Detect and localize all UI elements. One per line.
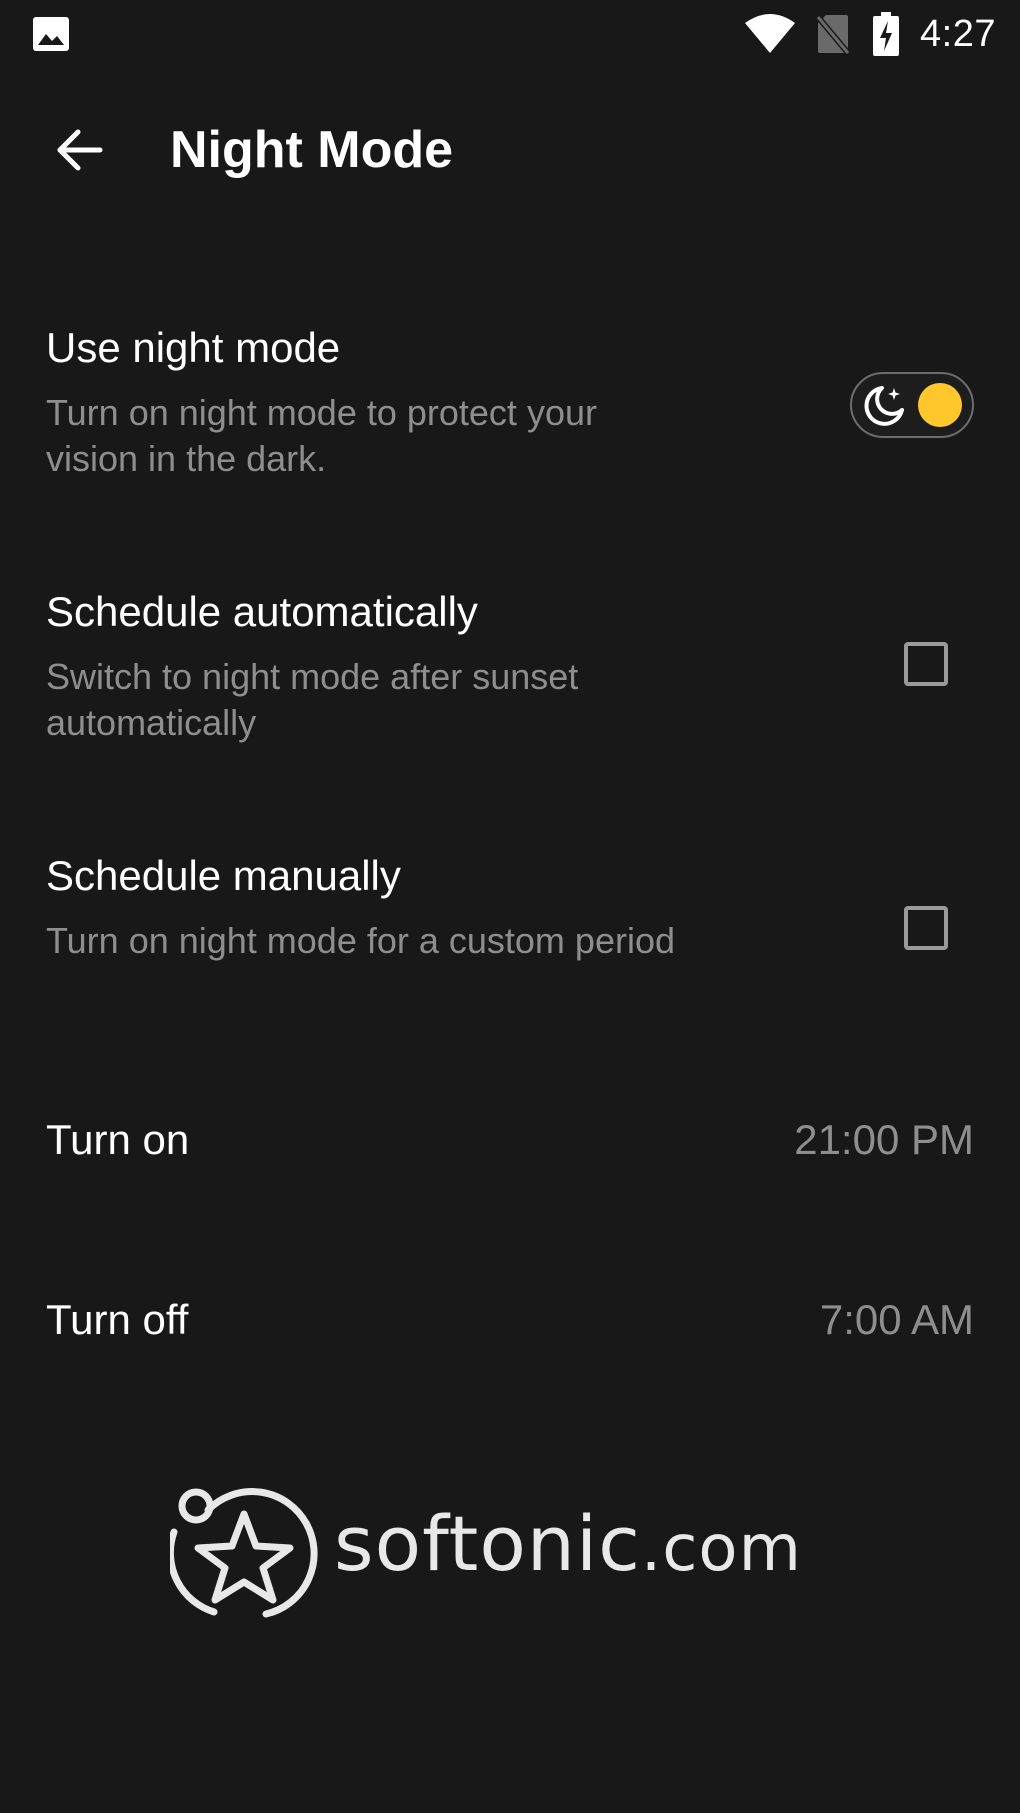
moon-icon [864,386,904,426]
status-icons: 4:27 [744,8,996,60]
back-button[interactable] [40,118,120,182]
status-bar: 4:27 [0,0,1020,70]
setting-title: Use night mode [46,324,341,371]
setting-summary: Turn on night mode for a custom period [46,920,675,961]
watermark-tld: .com [640,1512,802,1586]
softonic-watermark: softonic.com [170,1480,810,1620]
arrow-left-icon [57,129,103,171]
status-time: 4:27 [920,12,996,55]
no-sim-icon [816,15,851,55]
toolbar: Night Mode [0,90,1020,210]
setting-schedule-automatically[interactable]: Schedule automatically Switch to night m… [0,584,1020,754]
turn-off-time-value: 7:00 AM [819,1296,974,1343]
setting-summary: Turn on night mode to protect your visio… [46,392,597,479]
image-icon [33,17,69,51]
page-title: Night Mode [170,121,454,179]
watermark-brand: softonic [334,1499,641,1588]
softonic-wordmark: softonic.com [334,1494,802,1599]
wifi-icon [745,14,796,53]
setting-turn-on[interactable]: Turn on 21:00 PM [0,1112,1020,1172]
battery-charging-icon [873,12,900,56]
schedule-automatically-checkbox[interactable] [904,642,948,686]
schedule-manually-checkbox[interactable] [904,906,948,950]
setting-title: Turn off [46,1296,189,1343]
setting-summary: Switch to night mode after sunset automa… [46,656,579,743]
setting-turn-off[interactable]: Turn off 7:00 AM [0,1292,1020,1352]
toggle-knob [918,383,962,427]
turn-on-time-value: 21:00 PM [794,1116,974,1163]
setting-title: Schedule automatically [46,588,478,635]
night-mode-toggle[interactable] [850,372,974,438]
setting-title: Turn on [46,1116,190,1163]
setting-title: Schedule manually [46,852,401,899]
setting-schedule-manually[interactable]: Schedule manually Turn on night mode for… [0,848,1020,1018]
softonic-logo-icon [170,1488,318,1618]
